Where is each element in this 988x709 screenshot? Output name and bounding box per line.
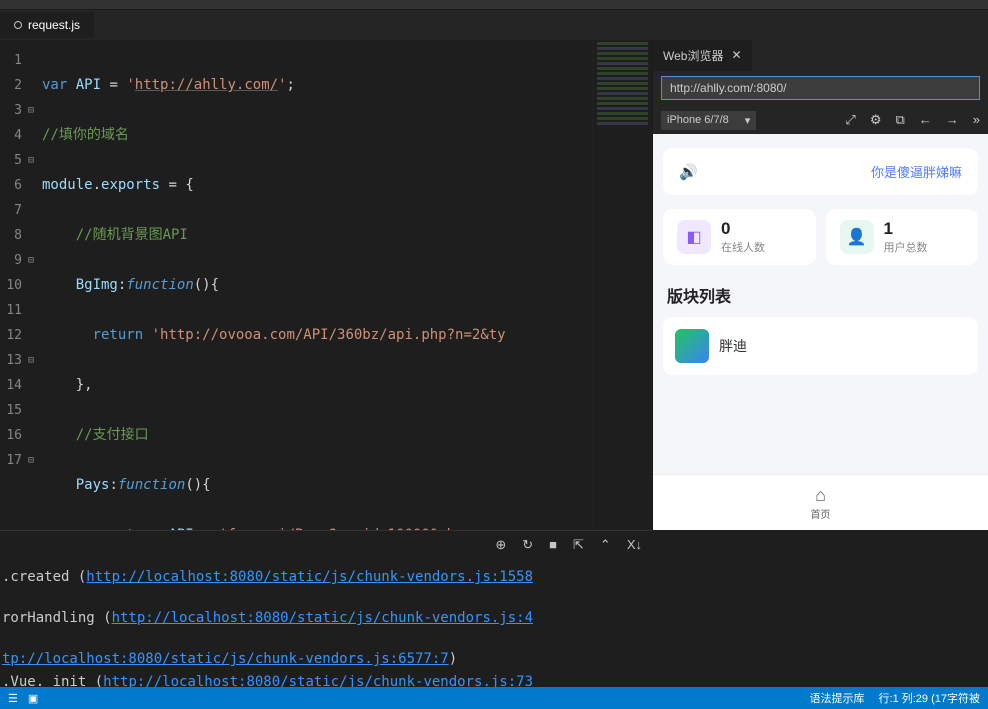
console-link[interactable]: tp://localhost:8080/static/js/chunk-vend…: [2, 651, 449, 667]
status-hint[interactable]: 语法提示库: [810, 690, 865, 706]
device-select[interactable]: iPhone 6/7/8 ▾: [661, 111, 756, 130]
cube-icon: ◧: [677, 220, 711, 254]
console-link[interactable]: http://localhost:8080/static/js/chunk-ve…: [86, 569, 533, 585]
section-title: 版块列表: [667, 283, 974, 307]
gear-icon[interactable]: ⚙: [870, 112, 882, 128]
clear-icon[interactable]: X↓: [627, 537, 642, 552]
code-body[interactable]: var API = 'http://ahlly.com/'; //填你的域名 m…: [42, 40, 592, 530]
stat-online[interactable]: ◧ 0 在线人数: [663, 209, 816, 265]
console-toolbar: ⊕ ↻ ■ ⇱ ⌃ X↓: [0, 530, 652, 558]
board-name: 胖迪: [719, 336, 747, 356]
status-bar: ☰ ▣ 语法提示库 行:1 列:29 (17字符被: [0, 687, 988, 709]
notice-card[interactable]: 🔊 你是傻逼胖娣嘛: [663, 148, 978, 195]
close-icon[interactable]: ✕: [731, 48, 741, 62]
url-input[interactable]: http://ahlly.com/:8080/: [661, 76, 980, 100]
console-output[interactable]: .created (http://localhost:8080/static/j…: [0, 558, 652, 698]
mobile-preview: 🔊 你是傻逼胖娣嘛 ◧ 0 在线人数 👤 1: [653, 134, 988, 530]
home-icon: ⌂: [815, 485, 826, 506]
user-icon: 👤: [840, 220, 874, 254]
stat-online-value: 0: [721, 219, 765, 239]
browser-tabbar: Web浏览器 ✕: [653, 40, 988, 70]
window-topbar: [0, 0, 988, 10]
tab-request-js[interactable]: request.js: [0, 12, 94, 38]
nav-home-label: 首页: [811, 506, 831, 521]
browser-tab-label: Web浏览器: [663, 47, 723, 64]
board-item[interactable]: 胖迪: [663, 317, 978, 375]
speaker-icon: 🔊: [679, 163, 698, 181]
main-split: 1234567891011121314151617 ⊟ ⊟ ⊟ ⊟ ⊟ var …: [0, 40, 988, 530]
status-position[interactable]: 行:1 列:29 (17字符被: [879, 690, 980, 706]
stat-users[interactable]: 👤 1 用户总数: [826, 209, 979, 265]
popout-icon[interactable]: ⧉: [895, 112, 904, 128]
tab-label: request.js: [28, 18, 80, 32]
console-link[interactable]: http://localhost:8080/static/js/chunk-ve…: [112, 610, 533, 626]
line-gutter: 1234567891011121314151617: [0, 40, 28, 530]
browser-pane: Web浏览器 ✕ http://ahlly.com/:8080/ iPhone …: [652, 40, 988, 530]
fold-gutter: ⊟ ⊟ ⊟ ⊟ ⊟: [28, 40, 42, 530]
refresh-icon[interactable]: ↻: [522, 537, 533, 553]
rotate-icon[interactable]: ⤢: [845, 112, 855, 128]
status-icon2[interactable]: ▣: [28, 692, 38, 705]
bug-icon[interactable]: ⊕: [495, 537, 506, 553]
stat-users-value: 1: [884, 219, 928, 239]
editor-tabbar: request.js: [0, 10, 988, 40]
code-container[interactable]: 1234567891011121314151617 ⊟ ⊟ ⊟ ⊟ ⊟ var …: [0, 40, 652, 530]
stat-online-label: 在线人数: [721, 239, 765, 255]
status-icon[interactable]: ☰: [8, 692, 18, 705]
back-icon[interactable]: ←: [919, 112, 932, 128]
forward-icon[interactable]: →: [946, 112, 959, 128]
more-icon[interactable]: »: [973, 112, 980, 128]
collapse-icon[interactable]: ⌃: [600, 537, 611, 553]
editor-pane: 1234567891011121314151617 ⊟ ⊟ ⊟ ⊟ ⊟ var …: [0, 40, 652, 530]
export-icon[interactable]: ⇱: [573, 537, 584, 553]
minimap[interactable]: [592, 40, 652, 530]
browser-tab[interactable]: Web浏览器 ✕: [653, 40, 752, 71]
chevron-down-icon: ▾: [745, 114, 751, 127]
stat-users-label: 用户总数: [884, 239, 928, 255]
notice-text: 你是傻逼胖娣嘛: [871, 162, 962, 181]
board-icon: [675, 329, 709, 363]
browser-toolbar: iPhone 6/7/8 ▾ ⤢ ⚙ ⧉ ← → »: [653, 106, 988, 134]
stop-icon[interactable]: ■: [549, 537, 557, 552]
bottom-nav[interactable]: ⌂ 首页: [653, 474, 988, 530]
unsaved-indicator-icon: [14, 21, 22, 29]
